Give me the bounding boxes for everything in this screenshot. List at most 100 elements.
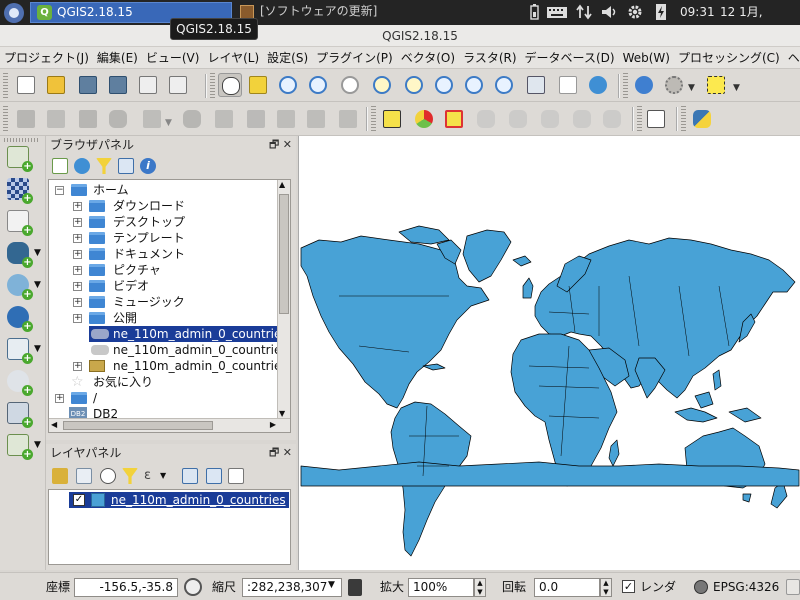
add-spatialite-layer-icon[interactable]: +: [5, 272, 33, 300]
expand-all-icon[interactable]: [182, 468, 198, 484]
close-panel-icon[interactable]: ✕: [283, 138, 292, 151]
window-title-bar[interactable]: QGIS2.18.15: [0, 25, 800, 47]
node-tool-icon[interactable]: [180, 107, 204, 131]
coordinate-field[interactable]: -156.5,-35.8: [74, 578, 178, 597]
pin-labels-icon[interactable]: [474, 107, 498, 131]
delete-selected-icon[interactable]: [212, 107, 236, 131]
remove-layer-icon[interactable]: [228, 468, 244, 484]
chevron-down-icon[interactable]: ▼: [34, 440, 41, 450]
battery-icon[interactable]: [525, 3, 543, 21]
menu-processing[interactable]: プロセッシング(C): [674, 47, 784, 68]
add-raster-layer-icon[interactable]: +: [5, 176, 33, 204]
chevron-down-icon[interactable]: ▼: [34, 344, 41, 354]
scroll-right-icon[interactable]: ▶: [270, 420, 276, 429]
add-feature-icon[interactable]: [106, 107, 130, 131]
change-label-icon[interactable]: [600, 107, 624, 131]
browser-vertical-scrollbar[interactable]: ▲ ▼: [277, 180, 290, 418]
new-shapefile-layer-icon[interactable]: +: [5, 432, 33, 460]
keyboard-icon[interactable]: [545, 3, 569, 21]
toolbar-grip[interactable]: [371, 106, 376, 132]
tree-item-pictures[interactable]: + ピクチャ: [73, 262, 273, 278]
messages-icon[interactable]: [786, 579, 800, 595]
tree-item-documents[interactable]: + ドキュメント: [73, 246, 273, 262]
rotation-spinner[interactable]: ▲ ▼: [600, 578, 612, 597]
cut-features-icon[interactable]: [274, 107, 298, 131]
filter-expression-icon[interactable]: ε: [144, 468, 160, 484]
close-panel-icon[interactable]: ✕: [283, 446, 292, 459]
zoom-in-icon[interactable]: [276, 73, 300, 97]
manage-visibility-eye-icon[interactable]: [100, 468, 116, 484]
zoom-to-selection-icon[interactable]: [402, 73, 426, 97]
expand-icon[interactable]: +: [73, 314, 82, 323]
scroll-down-icon[interactable]: ▼: [279, 409, 285, 418]
crs-globe-icon[interactable]: [694, 580, 708, 594]
csw-icon[interactable]: [644, 107, 668, 131]
pan-to-selection-icon[interactable]: [246, 73, 270, 97]
tree-item-favourites[interactable]: ☆ お気に入り: [53, 374, 253, 390]
zoom-next-icon[interactable]: [492, 73, 516, 97]
menu-view[interactable]: ビュー(V): [142, 47, 204, 68]
float-panel-icon[interactable]: 🗗: [269, 138, 279, 151]
zoom-full-icon[interactable]: [370, 73, 394, 97]
scroll-left-icon[interactable]: ◀: [51, 420, 57, 429]
tree-item-videos[interactable]: + ビデオ: [73, 278, 273, 294]
layers-panel-titlebar[interactable]: レイヤパネル 🗗 ✕: [46, 444, 296, 462]
print-composer-icon[interactable]: [136, 73, 160, 97]
python-console-icon[interactable]: [690, 107, 714, 131]
refresh-icon[interactable]: [74, 158, 90, 174]
expand-icon[interactable]: +: [73, 266, 82, 275]
save-edits-icon[interactable]: [76, 107, 100, 131]
move-feature-icon[interactable]: [140, 107, 164, 131]
menu-help[interactable]: ヘルプ(H): [784, 47, 800, 68]
save-project-icon[interactable]: [76, 73, 100, 97]
add-wfs-layer-icon[interactable]: +: [5, 336, 33, 364]
lock-scale-icon[interactable]: [348, 579, 362, 596]
layer-diagram-icon[interactable]: [412, 107, 436, 131]
add-mssql-layer-icon[interactable]: +: [5, 400, 33, 428]
chevron-down-icon[interactable]: ▼: [34, 248, 41, 258]
add-virtual-layer-icon[interactable]: +: [5, 368, 33, 396]
crs-status[interactable]: EPSG:4326: [713, 578, 779, 597]
move-label-icon[interactable]: [538, 107, 562, 131]
expand-icon[interactable]: +: [55, 394, 64, 403]
chevron-down-icon[interactable]: ▼: [34, 280, 41, 290]
scrollbar-thumb[interactable]: [279, 194, 289, 314]
menu-vector[interactable]: ベクタ(O): [397, 47, 459, 68]
tree-item-music[interactable]: + ミュージック: [73, 294, 273, 310]
magnifier-spinner[interactable]: ▲ ▼: [474, 578, 486, 597]
trash-icon[interactable]: [244, 107, 268, 131]
scale-field[interactable]: :282,238,307: [242, 578, 342, 597]
tree-item-countries[interactable]: ne_110m_admin_0_countries: [89, 342, 288, 358]
style-paint-icon[interactable]: [52, 468, 68, 484]
collapse-all-icon[interactable]: [118, 158, 134, 174]
clock-time[interactable]: 09:31: [680, 0, 715, 25]
highlight-pinned-labels-icon[interactable]: [442, 107, 466, 131]
toolbar-grip[interactable]: [681, 106, 686, 132]
clock-date[interactable]: 12 1月, 09:31: [720, 0, 800, 44]
rotation-field[interactable]: 0.0: [534, 578, 600, 597]
run-action-icon[interactable]: [662, 73, 686, 97]
paste-features-icon[interactable]: [336, 107, 360, 131]
expand-icon[interactable]: +: [73, 298, 82, 307]
add-vector-layer-icon[interactable]: +: [5, 144, 33, 172]
layer-symbol-swatch[interactable]: [91, 493, 105, 507]
toolbar-grip[interactable]: [4, 138, 40, 142]
add-postgis-layer-icon[interactable]: +: [5, 240, 33, 268]
tree-item-public[interactable]: + 公開: [73, 310, 273, 326]
browser-panel-titlebar[interactable]: ブラウザパネル 🗗 ✕: [46, 136, 296, 154]
collapse-all-icon[interactable]: [206, 468, 222, 484]
network-updown-icon[interactable]: [575, 3, 593, 21]
show-hide-labels-icon[interactable]: [506, 107, 530, 131]
select-features-icon[interactable]: [704, 73, 728, 97]
add-selected-layers-icon[interactable]: [52, 158, 68, 174]
filter-legend-icon[interactable]: [122, 468, 138, 484]
info-icon[interactable]: i: [140, 158, 156, 174]
scroll-up-icon[interactable]: ▲: [279, 180, 285, 189]
menu-plugins[interactable]: プラグイン(P): [312, 47, 397, 68]
refresh-icon[interactable]: [586, 73, 610, 97]
gear-icon[interactable]: [626, 3, 644, 21]
menu-database[interactable]: データベース(D): [521, 47, 619, 68]
expand-icon[interactable]: +: [73, 202, 82, 211]
identify-icon[interactable]: [632, 73, 656, 97]
expand-icon[interactable]: +: [73, 234, 82, 243]
